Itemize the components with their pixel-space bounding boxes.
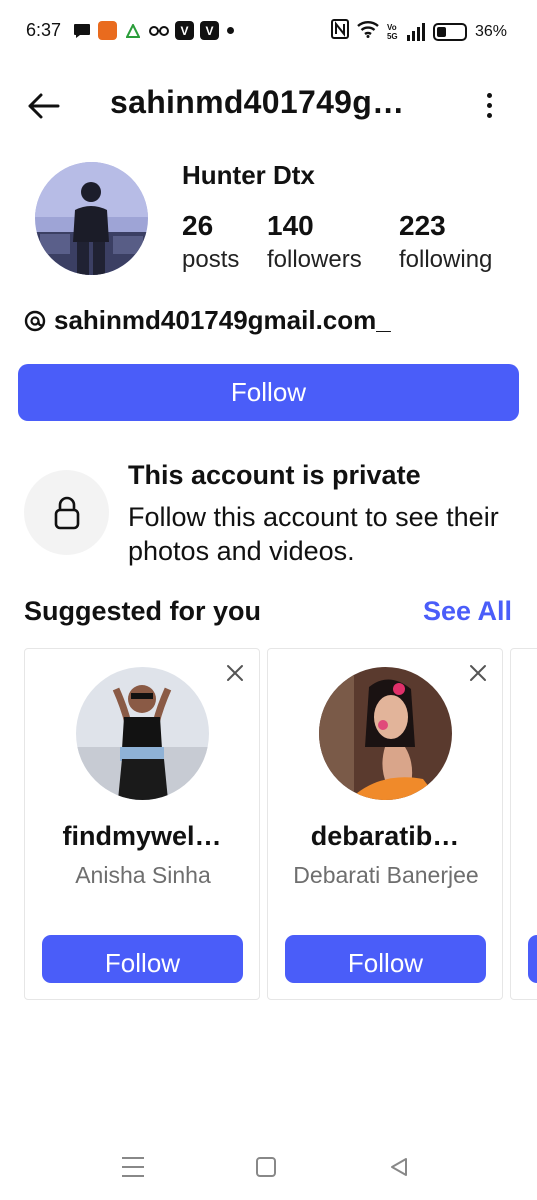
back-button[interactable] (24, 86, 64, 126)
system-icons: Vo 5G 36% (330, 19, 507, 44)
menu-line-icon (122, 1157, 144, 1159)
posts-count: 26 (182, 210, 214, 241)
following-label: following (399, 246, 493, 273)
suggested-follow-button[interactable] (528, 935, 537, 983)
more-dot-icon (486, 102, 492, 108)
battery-percent: 36% (474, 22, 507, 40)
avatar-image (319, 667, 452, 800)
message-icon (72, 21, 92, 40)
suggested-follow-button[interactable]: Follow (285, 935, 486, 983)
profile-header: sahinmd401749g… (0, 80, 537, 130)
dismiss-button[interactable] (466, 661, 490, 685)
close-icon (470, 665, 486, 681)
threads-icon (24, 310, 46, 331)
signal-icon (406, 22, 425, 41)
app-icon (98, 21, 117, 40)
avatar-image (76, 667, 209, 800)
more-dot-icon (486, 92, 492, 98)
suggested-heading: Suggested for you (24, 596, 262, 626)
private-account-title: This account is private (128, 460, 421, 490)
notification-icons: V V (72, 21, 234, 40)
posts-stat[interactable]: 26 posts (182, 210, 239, 274)
suggested-avatar[interactable] (76, 667, 209, 800)
v-icon: V (200, 21, 219, 40)
profile-display-name: Hunter Dtx (182, 160, 315, 190)
home-button[interactable] (256, 1157, 276, 1177)
suggested-full-name: Anisha Sinha (75, 862, 211, 888)
page-title: sahinmd401749g… (110, 84, 405, 120)
suggested-full-name: Debarati Banerjee (293, 862, 479, 888)
suggested-username[interactable]: findmywel… (25, 821, 259, 852)
status-time: 6:37 (26, 20, 62, 40)
private-lock-badge (24, 470, 109, 555)
app-icon-2 (123, 21, 143, 40)
battery-level (436, 26, 446, 37)
threads-badge[interactable]: sahinmd401749gmail.com_ (24, 305, 391, 336)
glasses-icon (149, 21, 169, 40)
following-stat[interactable]: 223 following (399, 210, 492, 274)
threads-handle: sahinmd401749gmail.com_ (54, 305, 391, 335)
battery-icon (432, 22, 467, 41)
follow-button[interactable]: Follow (18, 364, 519, 421)
followers-stat[interactable]: 140 followers (267, 210, 362, 274)
suggested-card[interactable]: debaratib… Debarati Banerjee Follow (267, 648, 503, 1000)
profile-avatar[interactable] (35, 162, 148, 275)
dismiss-button[interactable] (223, 661, 247, 685)
posts-label: posts (182, 246, 240, 273)
followers-count: 140 (267, 210, 314, 241)
suggested-follow-button[interactable]: Follow (42, 935, 243, 983)
more-options-button[interactable] (477, 88, 501, 122)
following-count: 223 (399, 210, 446, 241)
more-dot-icon (486, 112, 492, 118)
triangle-back-icon (391, 1158, 407, 1176)
close-icon (227, 665, 243, 681)
recent-apps-button[interactable] (122, 1157, 144, 1177)
nfc-icon (330, 19, 349, 44)
private-account-description: Follow this account to see their photos … (128, 502, 499, 566)
menu-line-icon (122, 1166, 144, 1168)
suggested-card[interactable]: findmywel… Anisha Sinha Follow (24, 648, 260, 1000)
v-icon: V (175, 21, 194, 40)
wifi-icon (357, 20, 379, 43)
more-notifications-icon (227, 27, 234, 34)
status-bar: 6:37 V V Vo 5G 36% (0, 0, 537, 62)
avatar-image (35, 162, 148, 275)
followers-label: followers (267, 246, 362, 273)
suggested-avatar[interactable] (319, 667, 452, 800)
system-back-button[interactable] (388, 1156, 410, 1178)
suggested-card-partial[interactable] (510, 648, 537, 1000)
lock-icon (54, 496, 79, 529)
signal-label: Vo 5G (386, 22, 398, 41)
arrow-left-icon (28, 93, 60, 119)
system-navigation-bar (0, 1140, 537, 1200)
menu-line-icon (122, 1175, 144, 1177)
see-all-link[interactable]: See All (423, 596, 512, 627)
suggested-username[interactable]: debaratib… (268, 821, 502, 852)
